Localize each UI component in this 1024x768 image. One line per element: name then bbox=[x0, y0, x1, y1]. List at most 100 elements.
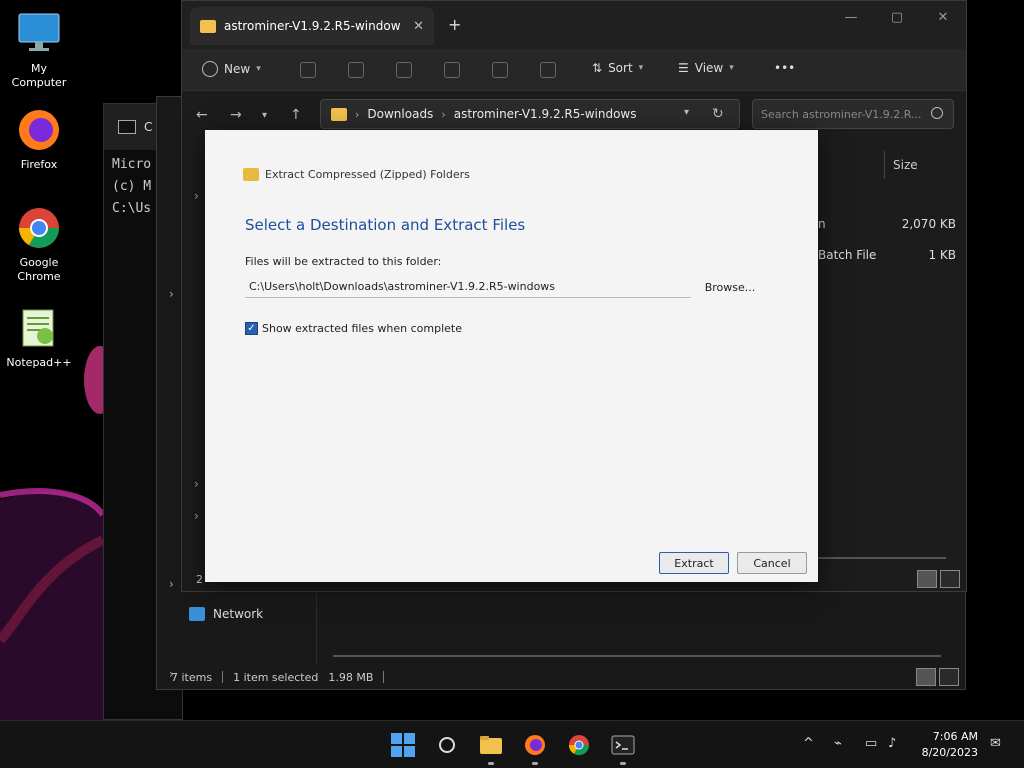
view-toggle bbox=[917, 570, 960, 588]
cut-icon[interactable] bbox=[300, 62, 316, 78]
column-header-size[interactable]: Size bbox=[884, 151, 918, 179]
start-button[interactable] bbox=[389, 731, 417, 759]
chevron-right-icon[interactable]: › bbox=[194, 477, 199, 491]
desktop-icon-my-computer[interactable]: My Computer bbox=[2, 10, 76, 90]
destination-label: Files will be extracted to this folder: bbox=[245, 255, 442, 268]
address-bar[interactable]: › Downloads › astrominer-V1.9.2.R5-windo… bbox=[320, 99, 740, 129]
file-explorer-icon bbox=[480, 736, 502, 754]
chevron-right-icon[interactable]: › bbox=[194, 509, 199, 523]
show-hidden-icons-icon[interactable]: ^ bbox=[803, 736, 814, 751]
extract-button[interactable]: Extract bbox=[659, 552, 729, 574]
taskbar-chrome[interactable] bbox=[565, 731, 593, 759]
maximize-button[interactable]: ▢ bbox=[874, 1, 920, 33]
details-view-button[interactable] bbox=[917, 570, 937, 588]
dialog-header: Extract Compressed (Zipped) Folders bbox=[243, 168, 470, 181]
breadcrumb-current-folder[interactable]: astrominer-V1.9.2.R5-windows bbox=[454, 107, 637, 121]
folder-icon bbox=[200, 19, 216, 33]
terminal-icon bbox=[611, 735, 635, 755]
rename-icon[interactable] bbox=[444, 62, 460, 78]
chevron-right-icon[interactable]: › bbox=[169, 287, 174, 301]
file-row[interactable]: n 2,070 KB bbox=[818, 217, 956, 231]
more-options-button[interactable]: ••• bbox=[774, 61, 795, 75]
firefox-icon bbox=[19, 110, 59, 150]
chevron-down-icon: ▾ bbox=[729, 63, 734, 73]
terminal-icon bbox=[118, 120, 136, 134]
sort-button-label: Sort bbox=[608, 61, 633, 75]
network-icon bbox=[189, 607, 205, 621]
desktop-icon-firefox[interactable]: Firefox bbox=[2, 106, 76, 172]
new-button[interactable]: New ▾ bbox=[202, 61, 261, 77]
browse-button[interactable]: Browse... bbox=[701, 276, 759, 298]
new-tab-button[interactable]: + bbox=[448, 15, 461, 34]
network-status-icon[interactable]: ⌁ bbox=[834, 736, 842, 751]
close-tab-icon[interactable]: ✕ bbox=[413, 19, 424, 34]
chrome-icon bbox=[19, 208, 59, 248]
taskbar-terminal[interactable] bbox=[609, 731, 637, 765]
file-size: 2,070 KB bbox=[901, 217, 956, 231]
file-row[interactable]: Batch File 1 KB bbox=[818, 248, 956, 262]
close-window-button[interactable]: ✕ bbox=[920, 1, 966, 33]
chevron-down-icon: ▾ bbox=[638, 63, 644, 73]
taskbar-file-explorer[interactable] bbox=[477, 731, 505, 765]
back-arrow-icon[interactable]: ← bbox=[196, 107, 208, 123]
tab-astrominer[interactable]: astrominer-V1.9.2.R5-window ✕ bbox=[190, 7, 434, 45]
tiles-view-button[interactable] bbox=[940, 570, 960, 588]
search-icon[interactable] bbox=[931, 107, 943, 119]
running-indicator bbox=[488, 762, 494, 765]
minimize-button[interactable]: — bbox=[828, 1, 874, 33]
monitor-status-icon[interactable]: ▭ bbox=[865, 736, 877, 751]
plus-circle-icon bbox=[202, 61, 218, 77]
tiles-view-button[interactable] bbox=[939, 668, 959, 686]
details-view-button[interactable] bbox=[916, 668, 936, 686]
notifications-icon[interactable]: ✉ bbox=[990, 736, 1001, 751]
search-box[interactable]: Search astrominer-V1.9.2.R... bbox=[752, 99, 954, 129]
recent-locations-icon[interactable]: ▾ bbox=[262, 110, 267, 121]
chevron-down-icon: ▾ bbox=[256, 64, 261, 74]
chevron-right-icon[interactable]: › bbox=[194, 189, 199, 203]
refresh-icon[interactable]: ↻ bbox=[712, 106, 724, 122]
address-history-icon[interactable]: ▾ bbox=[684, 107, 689, 118]
volume-icon[interactable]: ♪ bbox=[888, 736, 896, 751]
breadcrumb-downloads[interactable]: Downloads bbox=[367, 107, 433, 121]
file-type: Batch File bbox=[818, 248, 877, 262]
destination-path-input[interactable] bbox=[245, 276, 691, 298]
taskbar-search-button[interactable] bbox=[433, 731, 461, 759]
paste-icon[interactable] bbox=[396, 62, 412, 78]
search-placeholder: Search astrominer-V1.9.2.R... bbox=[761, 107, 922, 121]
file-size: 1 KB bbox=[928, 248, 956, 262]
chevron-right-icon[interactable]: › bbox=[169, 577, 174, 591]
sort-button[interactable]: ⇅ Sort ▾ bbox=[592, 61, 643, 75]
forward-arrow-icon[interactable]: → bbox=[230, 107, 242, 123]
search-icon bbox=[439, 737, 455, 753]
desktop-icon-google-chrome[interactable]: Google Chrome bbox=[2, 204, 76, 284]
chrome-icon bbox=[568, 735, 590, 756]
sidebar-item-label: Network bbox=[213, 607, 264, 621]
share-icon[interactable] bbox=[492, 62, 508, 78]
system-clock[interactable]: 7:06 AM 8/20/2023 bbox=[916, 729, 978, 761]
show-files-checkbox[interactable]: ✓ bbox=[245, 322, 258, 335]
horizontal-scrollbar[interactable] bbox=[333, 655, 941, 657]
chevron-right-icon: › bbox=[441, 107, 446, 121]
file-type: n bbox=[818, 217, 826, 231]
status-size: 1.98 MB bbox=[328, 670, 374, 684]
up-arrow-icon[interactable]: ↑ bbox=[290, 107, 302, 123]
navigation-pane: › › › bbox=[182, 139, 206, 567]
firefox-icon bbox=[525, 735, 545, 755]
running-indicator bbox=[620, 762, 626, 765]
extract-dialog[interactable]: Extract Compressed (Zipped) Folders Sele… bbox=[205, 130, 818, 582]
copy-icon[interactable] bbox=[348, 62, 364, 78]
chevron-right-icon: › bbox=[355, 107, 360, 121]
view-button-label: View bbox=[694, 61, 724, 75]
delete-icon[interactable] bbox=[540, 62, 556, 78]
new-button-label: New bbox=[224, 62, 251, 76]
cancel-button[interactable]: Cancel bbox=[737, 552, 807, 574]
show-files-checkbox-row[interactable]: ✓ Show extracted files when complete bbox=[245, 322, 462, 335]
status-item-count: 2 bbox=[196, 572, 203, 586]
view-button[interactable]: ☰ View ▾ bbox=[678, 61, 734, 75]
desktop-icon-notepadpp[interactable]: Notepad++ bbox=[2, 304, 76, 370]
taskbar-firefox[interactable] bbox=[521, 731, 549, 765]
sidebar-item-network[interactable]: Network bbox=[189, 607, 263, 621]
clock-time: 7:06 AM bbox=[932, 730, 978, 743]
desktop-icon-label: My Computer bbox=[11, 62, 67, 89]
status-divider bbox=[222, 671, 224, 683]
